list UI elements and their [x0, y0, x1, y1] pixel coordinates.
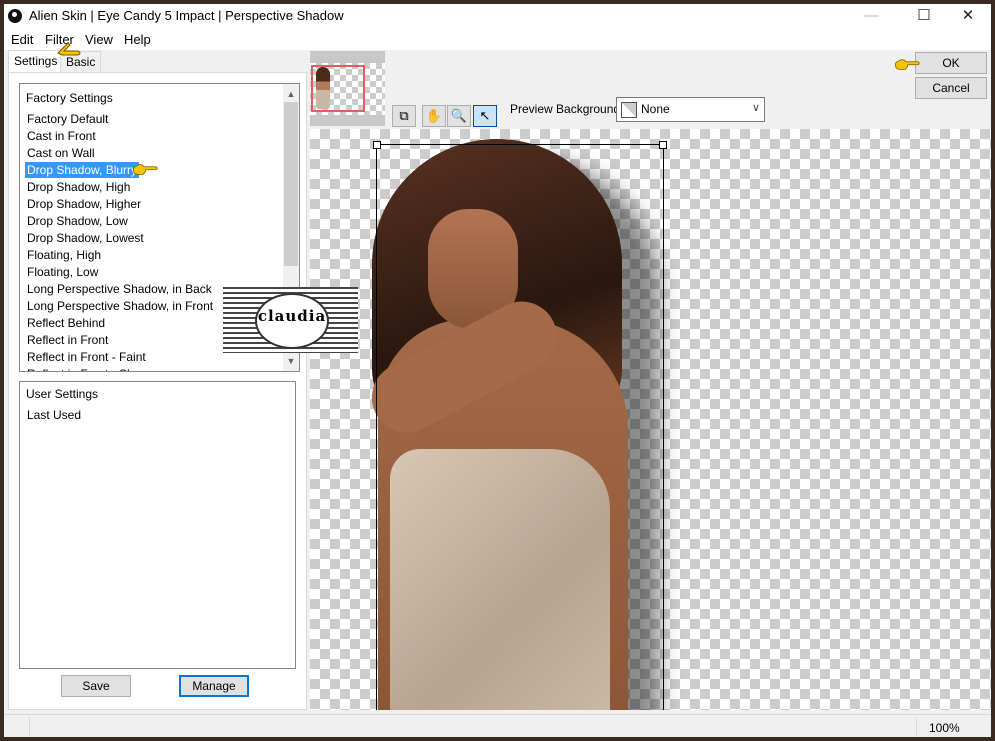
chevron-down-icon: ∨: [751, 102, 760, 114]
menu-view[interactable]: View: [85, 32, 113, 47]
user-setting-last-used[interactable]: Last Used: [25, 407, 83, 423]
eye-candy-dialog: Alien Skin | Eye Candy 5 Impact | Perspe…: [4, 4, 991, 737]
user-settings-header: User Settings: [26, 387, 99, 401]
title-bar: Alien Skin | Eye Candy 5 Impact | Perspe…: [4, 4, 991, 28]
selection-frame[interactable]: [373, 141, 667, 710]
factory-setting-item[interactable]: Drop Shadow, Higher: [25, 196, 143, 212]
pointing-hand-icon: [57, 42, 81, 56]
factory-settings-header: Factory Settings: [26, 91, 113, 105]
ok-button[interactable]: OK: [915, 52, 987, 74]
claudia-watermark: claudia: [223, 287, 358, 353]
status-separator: [916, 717, 917, 736]
menu-help[interactable]: Help: [124, 32, 151, 47]
factory-setting-item[interactable]: Reflect Behind: [25, 315, 107, 331]
factory-setting-item[interactable]: Reflect in Front - Faint: [25, 349, 148, 365]
factory-setting-item[interactable]: Drop Shadow, High: [25, 179, 132, 195]
scroll-down-arrow-icon[interactable]: ▼: [283, 353, 299, 369]
zoom-level: 100%: [929, 721, 960, 735]
preview-background-value: None: [641, 102, 670, 116]
factory-setting-item[interactable]: Long Perspective Shadow, in Back: [25, 281, 214, 297]
selection-handle-top-left[interactable]: [373, 141, 381, 149]
close-button[interactable]: ✕: [946, 4, 990, 28]
factory-setting-item[interactable]: Drop Shadow, Lowest: [25, 230, 146, 246]
pointing-hand-icon: [894, 59, 920, 70]
thumbnail-view-rectangle[interactable]: [311, 65, 365, 112]
window-title: Alien Skin | Eye Candy 5 Impact | Perspe…: [29, 8, 344, 23]
scroll-thumb[interactable]: [284, 102, 298, 266]
menu-bar: Edit Filter View Help: [4, 28, 991, 50]
cancel-button[interactable]: Cancel: [915, 77, 987, 99]
status-bar: 100%: [4, 714, 991, 737]
factory-setting-item[interactable]: Floating, High: [25, 247, 103, 263]
save-button[interactable]: Save: [61, 675, 131, 697]
preview-background-label: Preview Background:: [510, 102, 624, 116]
factory-setting-item[interactable]: Factory Default: [25, 111, 110, 127]
scroll-up-arrow-icon[interactable]: ▲: [283, 86, 299, 102]
watermark-text: claudia: [257, 307, 327, 325]
navigator-tool-button[interactable]: ⧉: [392, 105, 416, 127]
watermark-disc: claudia: [255, 293, 329, 349]
user-settings-list[interactable]: User Settings Last Used: [19, 381, 296, 669]
hand-tool-button[interactable]: ✋: [422, 105, 446, 127]
factory-setting-item[interactable]: Drop Shadow, Low: [25, 213, 130, 229]
minimize-button[interactable]: —: [849, 4, 893, 28]
manage-button[interactable]: Manage: [179, 675, 249, 697]
status-separator: [29, 717, 30, 736]
factory-setting-item[interactable]: Drop Shadow, Blurry: [25, 162, 140, 178]
navigator-thumbnail[interactable]: [310, 51, 385, 126]
menu-edit[interactable]: Edit: [11, 32, 33, 47]
transparency-swatch-icon: [621, 102, 637, 118]
zoom-tool-button[interactable]: 🔍: [447, 105, 471, 127]
factory-setting-item[interactable]: Reflect in Front: [25, 332, 110, 348]
factory-setting-item[interactable]: Floating, Low: [25, 264, 100, 280]
preview-canvas[interactable]: [310, 129, 991, 710]
selection-handle-top-right[interactable]: [659, 141, 667, 149]
factory-setting-item[interactable]: Reflect in Front - Sharp: [25, 366, 153, 371]
factory-setting-item[interactable]: Long Perspective Shadow, in Front: [25, 298, 215, 314]
alien-skin-app-icon: [8, 9, 22, 23]
select-tool-button[interactable]: ↖: [473, 105, 497, 127]
factory-setting-item[interactable]: Cast in Front: [25, 128, 98, 144]
preview-background-dropdown[interactable]: None ∨: [616, 97, 765, 122]
maximize-button[interactable]: ☐: [902, 4, 946, 28]
pointing-hand-icon: [132, 164, 158, 175]
factory-setting-item[interactable]: Cast on Wall: [25, 145, 97, 161]
